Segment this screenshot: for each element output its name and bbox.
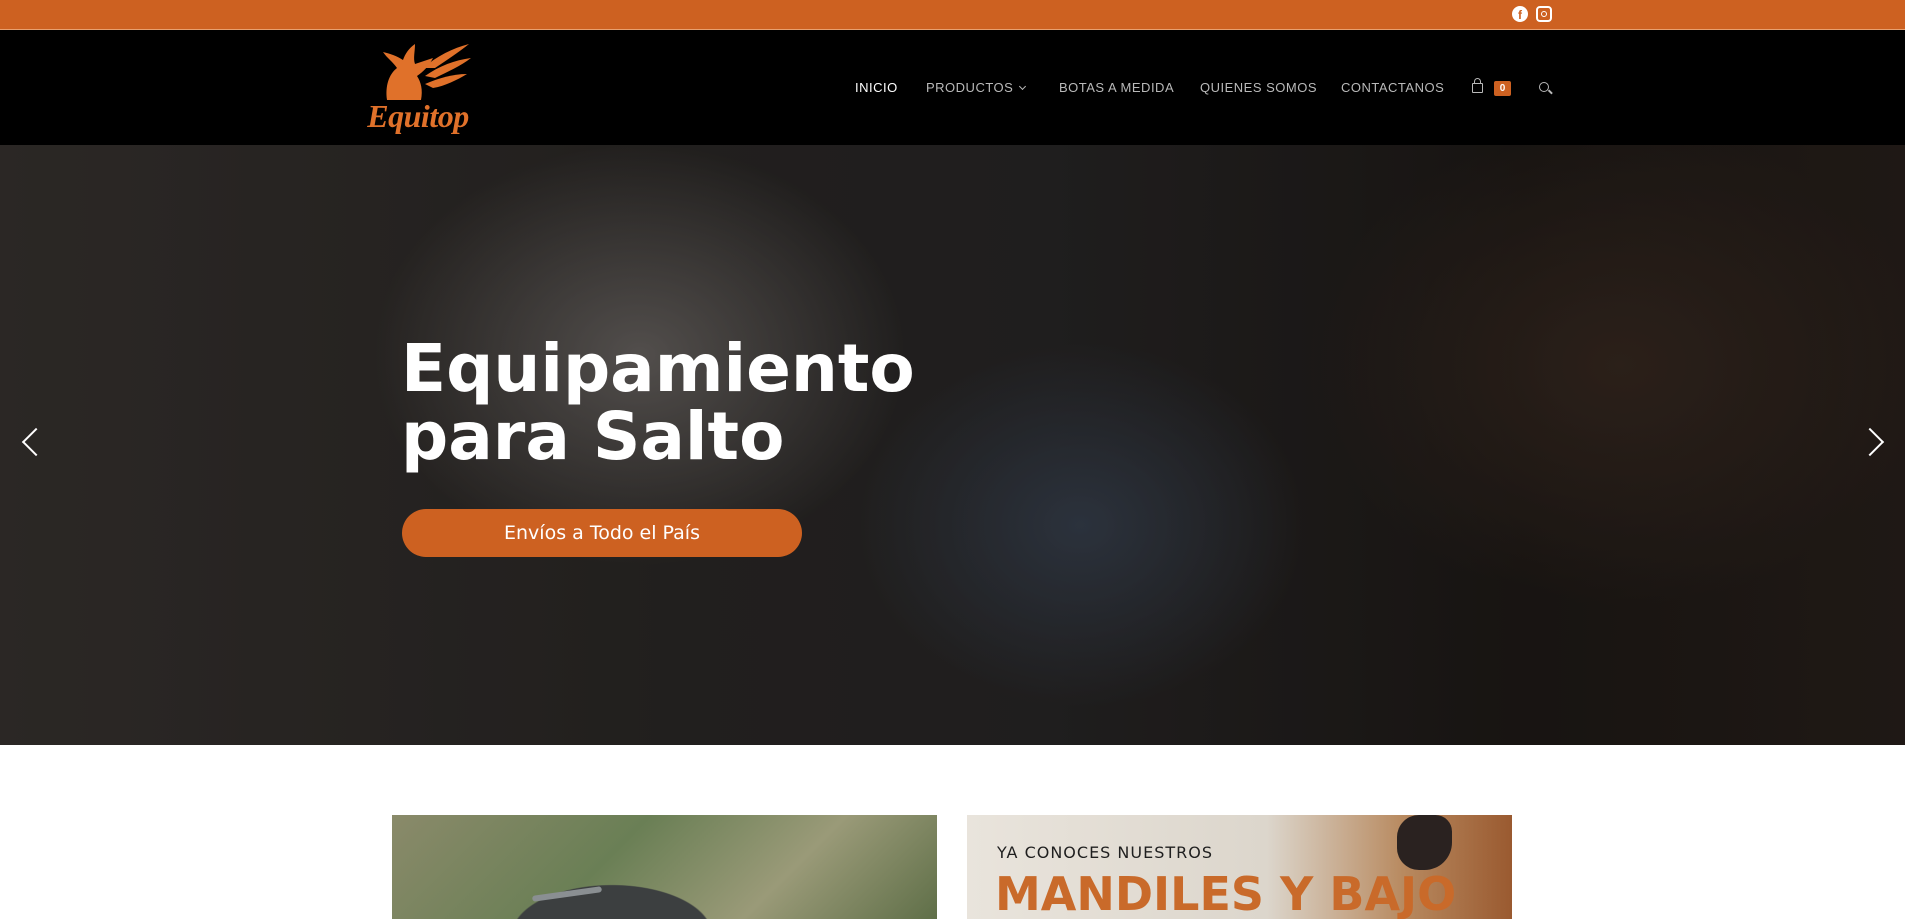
top-bar: f bbox=[0, 0, 1905, 30]
mandiles-banner[interactable]: YA CONOCES NUESTROS MANDILES Y BAJO bbox=[967, 815, 1512, 919]
hero-title-line2: para Salto bbox=[401, 398, 785, 475]
hero-slider: Equipamiento para Salto Envíos a Todo el… bbox=[0, 145, 1905, 745]
nav-botas-a-medida[interactable]: BOTAS A MEDIDA bbox=[1059, 80, 1174, 95]
nav-contactanos[interactable]: CONTACTANOS bbox=[1341, 80, 1444, 95]
chevron-down-icon bbox=[1019, 82, 1027, 91]
instagram-glyph bbox=[1541, 11, 1547, 17]
facebook-icon[interactable]: f bbox=[1512, 6, 1528, 22]
nav-inicio[interactable]: INICIO bbox=[855, 80, 898, 95]
banner-headline: MANDILES Y BAJO bbox=[995, 867, 1457, 919]
logo-text: Equitop bbox=[367, 98, 469, 134]
search-icon[interactable] bbox=[1539, 82, 1549, 92]
hero-title-line1: Equipamiento bbox=[401, 330, 915, 407]
rider-hand-image bbox=[1397, 815, 1452, 870]
instagram-icon[interactable] bbox=[1536, 6, 1552, 22]
nav-productos-label: PRODUCTOS bbox=[926, 80, 1014, 95]
facebook-glyph: f bbox=[1518, 7, 1522, 22]
nav-productos[interactable]: PRODUCTOS bbox=[926, 80, 1027, 95]
banner-kicker: YA CONOCES NUESTROS bbox=[997, 843, 1213, 862]
cart-button[interactable]: 0 bbox=[1472, 78, 1512, 99]
cart-icon bbox=[1472, 78, 1483, 93]
main-header: Equitop INICIO PRODUCTOS BOTAS A MEDIDA … bbox=[0, 30, 1905, 145]
logo[interactable]: Equitop bbox=[357, 38, 479, 138]
shipping-button[interactable]: Envíos a Todo el País bbox=[402, 509, 802, 557]
nav-quienes-somos[interactable]: QUIENES SOMOS bbox=[1200, 80, 1317, 95]
helmet-image bbox=[531, 886, 603, 902]
cart-count-badge: 0 bbox=[1494, 81, 1511, 96]
helmet-banner[interactable] bbox=[392, 815, 937, 919]
hero-title: Equipamiento para Salto bbox=[401, 335, 1101, 471]
